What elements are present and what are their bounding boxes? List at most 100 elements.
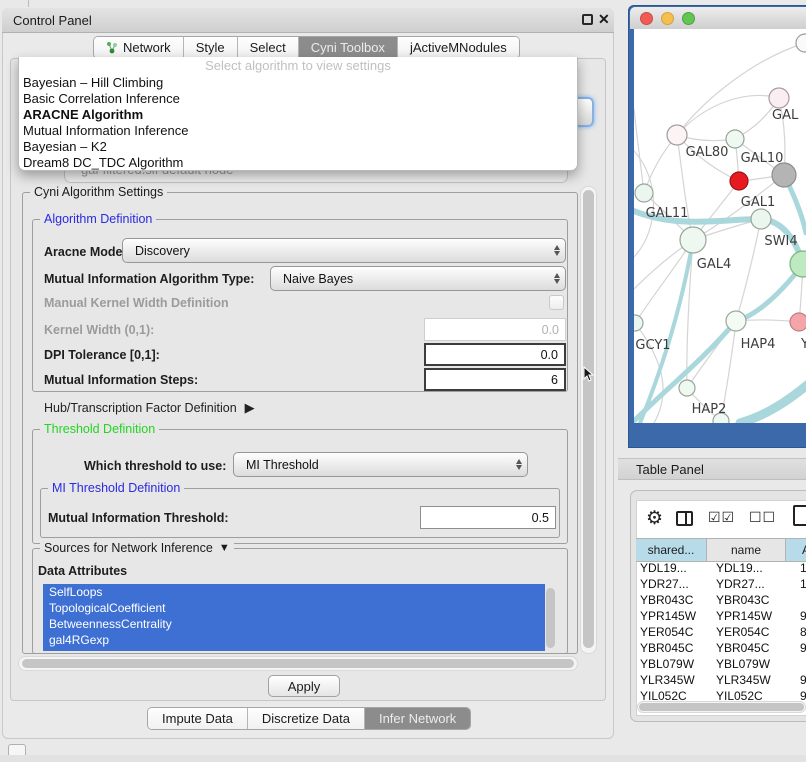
network-node-gal[interactable]: [769, 88, 789, 108]
settings-vertical-thumb[interactable]: [583, 190, 594, 648]
data-attribute-item[interactable]: BetweennessCentrality: [43, 616, 545, 632]
minimize-traffic-light-icon[interactable]: [661, 12, 674, 25]
network-node-label: Y: [800, 337, 806, 352]
aracne-mode-value: Discovery: [123, 244, 548, 258]
network-node[interactable]: [751, 209, 771, 229]
close-traffic-light-icon[interactable]: [640, 12, 653, 25]
mi-type-select[interactable]: Naive Bayes: [270, 266, 566, 291]
tab-label: Select: [250, 40, 286, 55]
table-row[interactable]: YBL079WYBL079W: [636, 656, 806, 672]
algorithm-option[interactable]: ARACNE Algorithm: [19, 106, 577, 122]
table-row[interactable]: YDR27...YDR27...12: [636, 576, 806, 592]
network-node-gcy1[interactable]: [634, 315, 643, 331]
control-panel-titlebar: Control Panel: [2, 8, 614, 33]
attributes-scrollbar-thumb[interactable]: [546, 588, 555, 648]
settings-horizontal-thumb[interactable]: [22, 659, 574, 668]
sources-title: Sources for Network Inference: [44, 541, 213, 555]
status-strip: [0, 755, 806, 762]
document-icon[interactable]: [793, 505, 806, 526]
network-node-gal80[interactable]: [667, 125, 687, 145]
algorithm-option[interactable]: Basic Correlation Inference: [19, 90, 577, 106]
network-node-y[interactable]: [790, 313, 806, 331]
network-node[interactable]: [772, 163, 796, 187]
deselect-all-checkboxes-icon[interactable]: ☐☐: [749, 509, 776, 526]
network-node-hap2[interactable]: [679, 380, 695, 396]
aracne-mode-select[interactable]: Discovery: [122, 238, 566, 263]
data-attribute-item[interactable]: SelfLoops: [43, 584, 545, 600]
threshold-definition-title: Threshold Definition: [40, 422, 159, 436]
tab-discretize-data[interactable]: Discretize Data: [247, 708, 364, 729]
data-attribute-item[interactable]: TopologicalCoefficient: [43, 600, 545, 616]
network-canvas[interactable]: GALGAL80GAL10GAL1GAL11SWI4GAL4GCY1HAP4YH…: [634, 29, 806, 423]
table-cell: YER054C: [710, 625, 794, 639]
tab-style[interactable]: Style: [183, 37, 237, 58]
tab-label: Cyni Toolbox: [311, 40, 385, 55]
table-row[interactable]: YIL052CYIL052C9.: [636, 688, 806, 701]
table-cell: 9.: [794, 689, 806, 701]
float-window-icon[interactable]: [582, 14, 593, 25]
table-row[interactable]: YDL19...YDL19...13: [636, 560, 806, 576]
stepper-icon: [548, 239, 565, 262]
kernel-width-field[interactable]: 0.0: [424, 318, 566, 341]
manual-kernel-checkbox[interactable]: [549, 295, 564, 310]
algorithm-option[interactable]: Bayesian – Hill Climbing: [19, 74, 577, 90]
table-cell: YIL052C: [710, 689, 794, 701]
table-row[interactable]: YPR145WYPR145W9.: [636, 608, 806, 624]
table-cell: YDR27...: [636, 577, 710, 591]
sources-title-row[interactable]: Sources for Network Inference ▼: [40, 541, 234, 555]
table-cell: YBR045C: [710, 641, 794, 655]
split-columns-icon[interactable]: [676, 511, 693, 526]
data-attribute-item[interactable]: gal4RGexp: [43, 632, 545, 648]
tab-infer-network[interactable]: Infer Network: [364, 708, 470, 729]
table-horizontal-thumb[interactable]: [639, 703, 804, 711]
hub-definition-toggle[interactable]: Hub/Transcription Factor Definition ▶: [44, 400, 255, 416]
tab-cyni-toolbox[interactable]: Cyni Toolbox: [298, 37, 397, 58]
table-row[interactable]: YER054CYER054C8.: [636, 624, 806, 640]
mi-steps-value: 6: [551, 373, 558, 387]
dpi-tolerance-field[interactable]: 0.0: [424, 343, 566, 366]
algorithm-option[interactable]: Bayesian – K2: [19, 138, 577, 154]
network-graph: GALGAL80GAL10GAL1GAL11SWI4GAL4GCY1HAP4YH…: [634, 29, 806, 423]
network-edge: [736, 219, 761, 321]
which-threshold-select[interactable]: MI Threshold: [233, 452, 528, 477]
network-node-label: SWI4: [764, 234, 797, 249]
table-row[interactable]: YBR043CYBR043C: [636, 592, 806, 608]
network-node-label: GAL80: [686, 145, 729, 160]
mi-threshold-field[interactable]: 0.5: [420, 506, 556, 529]
table-panel-title: Table Panel: [636, 462, 704, 477]
mi-steps-field[interactable]: 6: [424, 368, 566, 391]
column-header-shared[interactable]: shared...: [636, 538, 707, 562]
control-panel-tabs: NetworkStyle Select Cyni Toolbox jActiveMNo…: [93, 36, 520, 59]
tab-select[interactable]: Select: [237, 37, 298, 58]
network-node-swi4[interactable]: [790, 251, 806, 277]
zoom-traffic-light-icon[interactable]: [682, 12, 695, 25]
data-attributes-list: SelfLoopsTopologicalCoefficientBetweenne…: [43, 584, 545, 651]
table-row[interactable]: YLR345WYLR345W9.: [636, 672, 806, 688]
table-cell: YBR043C: [710, 593, 794, 607]
network-node-gal1[interactable]: [730, 172, 748, 190]
network-node-label: GCY1: [635, 338, 670, 353]
apply-button[interactable]: Apply: [268, 675, 340, 697]
column-header-name[interactable]: name: [707, 538, 786, 562]
mi-threshold-label: Mutual Information Threshold:: [48, 511, 229, 525]
column-header-a[interactable]: A: [786, 538, 806, 562]
network-node-hap4[interactable]: [726, 311, 746, 331]
algorithm-option[interactable]: Mutual Information Inference: [19, 122, 577, 138]
network-node[interactable]: [796, 34, 806, 52]
table-cell: YDR27...: [710, 577, 794, 591]
select-all-checkboxes-icon[interactable]: ☑☑: [708, 509, 735, 526]
table-cell: YPR145W: [710, 609, 794, 623]
tab-impute-data[interactable]: Impute Data: [148, 708, 247, 729]
tab-network[interactable]: Network: [94, 37, 183, 58]
table-row[interactable]: YBR045CYBR045C9.: [636, 640, 806, 656]
network-node-gal4[interactable]: [680, 227, 706, 253]
network-node-gal11[interactable]: [635, 184, 653, 202]
tab-jactivemnodules[interactable]: jActiveMNodules: [397, 37, 519, 58]
network-node-gal10[interactable]: [726, 130, 744, 148]
algorithm-option[interactable]: Dream8 DC_TDC Algorithm: [19, 154, 577, 170]
network-node-label: GAL1: [741, 195, 775, 210]
settings-gear-icon[interactable]: ⚙: [646, 507, 663, 530]
algorithm-dropdown-list: Select algorithm to view settings Bayesi…: [18, 57, 578, 171]
table-rows: YDL19...YDL19...13YDR27...YDR27...12YBR0…: [636, 560, 806, 701]
close-icon[interactable]: ✕: [598, 11, 610, 28]
